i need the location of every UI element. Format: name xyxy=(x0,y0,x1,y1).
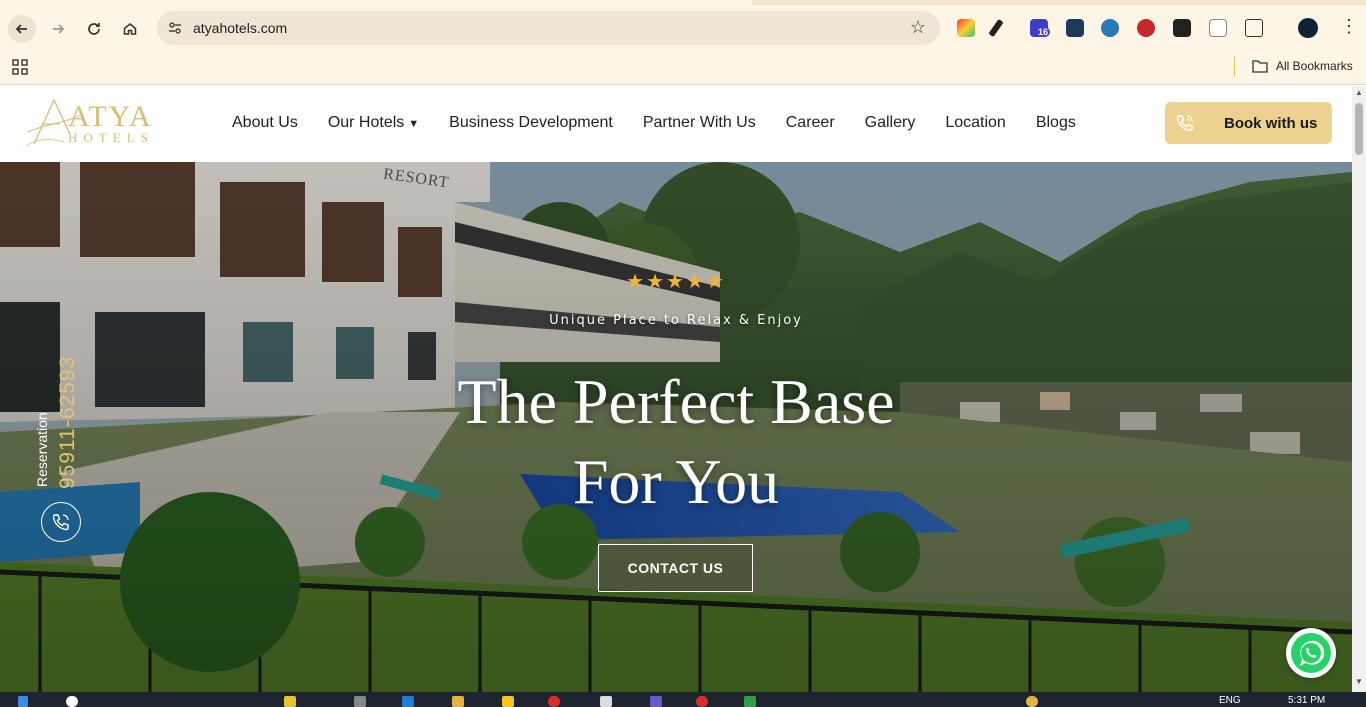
profile-avatar[interactable] xyxy=(1298,18,1318,38)
url-text: atyahotels.com xyxy=(193,20,288,36)
edge-icon[interactable] xyxy=(402,696,414,707)
all-bookmarks-button[interactable]: All Bookmarks xyxy=(1252,59,1353,73)
reload-button[interactable] xyxy=(80,15,108,43)
clock-time[interactable]: 5:31 PM xyxy=(1288,695,1325,706)
page-scrollbar[interactable]: ▲ ▼ xyxy=(1352,86,1366,692)
color-picker-extension-icon[interactable] xyxy=(957,19,975,37)
main-nav: About Us Our Hotels ▼ Business Developmen… xyxy=(232,114,1106,132)
book-with-us-button[interactable]: Book with us xyxy=(1165,102,1332,144)
eyedropper-extension-icon[interactable] xyxy=(988,18,1004,38)
all-bookmarks-label: All Bookmarks xyxy=(1276,59,1353,73)
scroll-thumb[interactable] xyxy=(1355,103,1363,155)
nav-item-partner-with-us[interactable]: Partner With Us xyxy=(643,114,756,132)
address-bar[interactable]: atyahotels.com ☆ xyxy=(157,11,940,45)
hero-banner: RESORT ★★★★★ Unique Place to Relax & Enj… xyxy=(0,162,1352,692)
explorer-icon[interactable] xyxy=(452,696,464,707)
book-with-us-label: Book with us xyxy=(1224,114,1318,132)
site-settings-icon[interactable] xyxy=(167,20,183,36)
start-icon[interactable] xyxy=(18,696,28,707)
phone-call-icon xyxy=(52,514,69,531)
whatsapp-icon xyxy=(1291,633,1331,673)
task-view-icon[interactable] xyxy=(354,696,366,707)
nav-item-career[interactable]: Career xyxy=(786,114,835,132)
nav-item-gallery[interactable]: Gallery xyxy=(865,114,916,132)
hero-tagline: Unique Place to Relax & Enjoy xyxy=(549,313,803,328)
bookmark-star-icon[interactable]: ☆ xyxy=(910,17,926,38)
language-indicator[interactable]: ENG xyxy=(1219,695,1241,706)
weather-icon[interactable] xyxy=(1026,696,1038,707)
reservation-phone[interactable]: 95911-62593 xyxy=(56,356,80,489)
nav-item-about-us[interactable]: About Us xyxy=(232,114,298,132)
site-header: ATYA HOTELS About Us Our Hotels ▼ Busines… xyxy=(0,86,1352,162)
scroll-up-arrow-icon[interactable]: ▲ xyxy=(1355,88,1363,97)
home-icon xyxy=(123,23,137,35)
rating-stars: ★★★★★ xyxy=(626,271,726,293)
nav-item-business-development[interactable]: Business Development xyxy=(449,114,613,132)
browser-menu-icon[interactable]: ⋮ xyxy=(1340,17,1358,35)
nav-item-our-hotels-label: Our Hotels xyxy=(327,114,405,131)
logo-text: ATYA xyxy=(68,100,153,133)
browser-toolbar: atyahotels.com ☆ 16 ⋮ xyxy=(0,5,1366,51)
bookmarks-separator xyxy=(1234,57,1235,77)
extension-badge-icon[interactable]: 16 xyxy=(1030,19,1051,37)
bookmarks-bar: All Bookmarks xyxy=(0,51,1366,85)
forward-button[interactable] xyxy=(44,15,72,43)
scroll-down-arrow-icon[interactable]: ▼ xyxy=(1355,677,1363,686)
hero-headline-line2: For You xyxy=(572,446,780,517)
site-logo[interactable]: ATYA HOTELS xyxy=(24,94,169,152)
phone-call-icon xyxy=(1165,102,1205,144)
nav-item-location[interactable]: Location xyxy=(945,114,1006,132)
app-icon[interactable] xyxy=(502,696,514,707)
nav-item-our-hotels[interactable]: Our Hotels ▼ xyxy=(328,114,419,132)
font-extension-icon[interactable] xyxy=(1173,19,1191,37)
teams-icon[interactable] xyxy=(650,696,662,707)
search-icon[interactable] xyxy=(66,696,78,707)
reservation-call-button[interactable] xyxy=(41,502,81,542)
reservation-label: Reservation xyxy=(34,412,50,487)
widget-icon[interactable] xyxy=(284,696,296,707)
apps-grid-icon[interactable] xyxy=(12,59,28,75)
folder-extension-icon[interactable] xyxy=(1066,19,1084,37)
s-extension-icon[interactable] xyxy=(1137,19,1155,37)
home-button[interactable] xyxy=(116,15,144,43)
hero-headline-line1: The Perfect Base xyxy=(457,366,895,437)
hero-headline: The Perfect Base For You xyxy=(0,362,1352,522)
reload-icon xyxy=(88,23,100,35)
folder-icon xyxy=(1252,60,1268,73)
chrome-icon[interactable] xyxy=(548,696,560,707)
arrow-right-icon xyxy=(53,24,65,34)
nav-item-blogs[interactable]: Blogs xyxy=(1036,114,1076,132)
contact-us-button[interactable]: CONTACT US xyxy=(598,544,753,592)
extension-badge-count: 16 xyxy=(1036,27,1051,37)
notes-icon[interactable] xyxy=(600,696,612,707)
chrome-profile-icon[interactable] xyxy=(696,696,708,707)
text-extension-icon[interactable] xyxy=(1209,19,1227,37)
sheets-icon[interactable] xyxy=(744,696,756,707)
back-button[interactable] xyxy=(8,15,36,43)
wordpress-extension-icon[interactable] xyxy=(1101,19,1119,37)
whatsapp-button[interactable] xyxy=(1286,628,1336,678)
extensions-puzzle-icon[interactable] xyxy=(1245,19,1263,37)
caret-down-icon: ▼ xyxy=(408,118,420,130)
logo-subtext: HOTELS xyxy=(68,130,154,145)
os-taskbar: ENG 5:31 PM xyxy=(0,692,1366,707)
arrow-left-icon xyxy=(15,24,27,34)
